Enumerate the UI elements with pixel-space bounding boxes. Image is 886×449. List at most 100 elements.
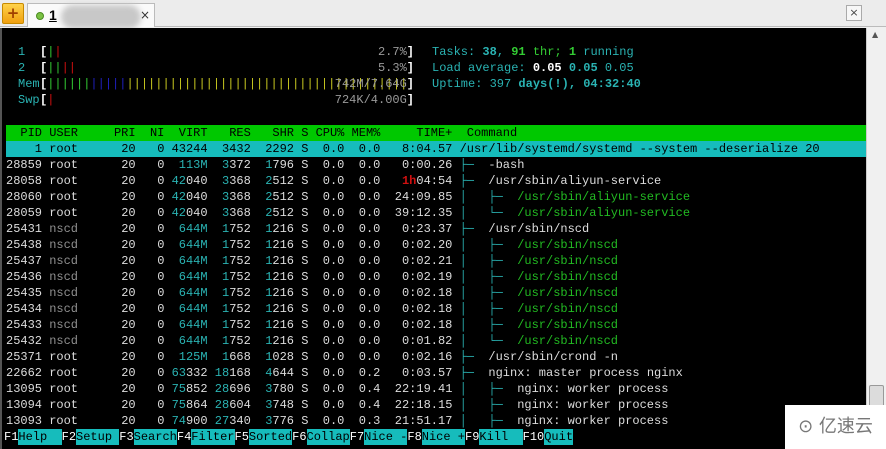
fkey-f1[interactable]: F1 [4,429,18,445]
process-row[interactable]: 25433 nscd 20 0 644M 1752 1216 S 0.0 0.0 0:02.18 │ … [6,317,866,333]
column-mem-header[interactable]: MEM% [344,125,381,141]
cell-time: 0:02.18 [401,286,453,300]
fkey-f3[interactable]: F3 [119,429,133,445]
tab-close-icon[interactable]: × [140,8,150,22]
cell-mem: 0.4 [358,398,381,412]
threads-count: 91 [511,45,526,59]
load-line: Load average: 0.05 0.05 0.05 [432,60,634,76]
cell-pri: 20 [121,302,136,316]
terminal[interactable]: 1[|| 2.7%] 2[|||| 5.3%] Mem[||||||||||||||||… [0,28,866,449]
process-row[interactable]: 28058 root 20 0 42040 3368 2512 S 0.0 0.0 1h04:54 ├… [6,173,866,189]
load-5: 0.05 [568,61,598,75]
cell-user: root [49,398,78,412]
process-row[interactable]: 28859 root 20 0 113M 3372 1796 S 0.0 0.0 0:00.26 ├─… [6,157,866,173]
fkey-label-f8[interactable]: Nice + [421,429,465,445]
fkey-label-f7[interactable]: Nice - [364,429,408,445]
cell-virt: 644M [164,333,208,349]
cell-pri: 20 [121,270,136,284]
process-row[interactable]: 25438 nscd 20 0 644M 1752 1216 S 0.0 0.0 0:02.20 │ … [6,237,866,253]
cell-cpu: 0.0 [322,222,345,236]
cell-command: │ ├─ /usr/sbin/nscd [452,253,618,269]
value-text: 113M [178,158,208,172]
cell-pid: 13095 [6,382,43,396]
process-row[interactable]: 25436 nscd 20 0 644M 1752 1216 S 0.0 0.0 0:02.19 │ … [6,269,866,285]
value-units: 216 [272,318,294,332]
fkey-label-f5[interactable]: Sorted [248,429,293,445]
cell-res: 1752 [208,333,251,349]
cell-pid: 1 [34,142,42,156]
cell-user: nscd [49,334,78,348]
fkey-f6[interactable]: F6 [292,429,306,445]
cell-shr: 3748 [251,397,294,413]
column-command-header[interactable]: Command [452,125,517,141]
process-row[interactable]: 28060 root 20 0 42040 3368 2512 S 0.0 0.0 24:09.85… [6,189,866,205]
cell-user: root [49,350,78,364]
fkey-f5[interactable]: F5 [235,429,249,445]
command-text: nginx: worker process [517,398,669,412]
tree-branch: │ ├─ [459,286,518,300]
meter-body: || 2.7% [47,44,407,60]
fkey-f10[interactable]: F10 [523,429,545,445]
column-res-header[interactable]: RES [208,125,251,141]
column-pri-header[interactable]: PRI [107,125,136,141]
column-pid-header[interactable]: PID [6,125,42,141]
value-units: 780 [272,382,294,396]
process-row[interactable]: 25431 nscd 20 0 644M 1752 1216 S 0.0 0.0 0:23.37 ├─… [6,221,866,237]
fkey-label-f4[interactable]: Filter [191,429,235,445]
fkey-label-f9[interactable]: Kill [479,429,523,445]
column-time-header[interactable]: TIME+ [380,125,452,141]
column-ni-header[interactable]: NI [136,125,164,141]
fkey-label-f3[interactable]: Search [133,429,177,445]
process-row[interactable]: 13094 root 20 0 75864 28604 3748 S 0.0 0.4 22:18.1… [6,397,866,413]
session-tab[interactable]: 1 × [27,3,155,29]
window-close-button[interactable]: × [846,5,862,21]
column-user-header[interactable]: USER [42,125,107,141]
cell-time: 0:23.37 [401,222,453,236]
process-row[interactable]: 25437 nscd 20 0 644M 1752 1216 S 0.0 0.0 0:02.21 │ … [6,253,866,269]
column-cpu-header[interactable]: CPU% [308,125,345,141]
cell-command: │ ├─ /usr/sbin/aliyun-service [452,189,690,205]
fkey-label-f6[interactable]: Collap [306,429,350,445]
fkey-f4[interactable]: F4 [177,429,191,445]
fkey-f8[interactable]: F8 [407,429,421,445]
column-shr-header[interactable]: SHR [251,125,294,141]
meter-bar-segment: | [54,45,62,59]
process-row[interactable]: 25434 nscd 20 0 644M 1752 1216 S 0.0 0.0 0:02.18 │ … [6,301,866,317]
cell-virt: 125M [164,349,208,365]
cell-cpu: 0.0 [322,382,345,396]
fkey-label-f2[interactable]: Setup [76,429,120,445]
process-row[interactable]: 25435 nscd 20 0 644M 1752 1216 S 0.0 0.0 0:02.18 │ … [6,285,866,301]
process-row[interactable]: 22662 root 20 0 63332 18168 4644 S 0.0 0.2 0:03.57… [6,365,866,381]
column-virt-header[interactable]: VIRT [164,125,208,141]
cell-mem: 0.0 [358,158,381,172]
process-row[interactable]: 28059 root 20 0 42040 3368 2512 S 0.0 0.0 39:12.35… [6,205,866,221]
value-thousands: 42 [171,190,186,204]
fkey-f2[interactable]: F2 [62,429,76,445]
fkey-f9[interactable]: F9 [465,429,479,445]
command-text: nginx: worker process [517,382,669,396]
scrollbar[interactable]: ▲ [866,28,886,449]
fkey-f7[interactable]: F7 [350,429,364,445]
process-row[interactable]: 13095 root 20 0 75852 28696 3780 S 0.0 0.4 22:19.4… [6,381,866,397]
value-units: 752 [229,286,251,300]
scroll-up-icon[interactable]: ▲ [872,30,878,39]
fkey-label-f10[interactable]: Quit [544,429,574,445]
load-label: Load average: [432,61,533,75]
meter-value: 2.7% [377,45,407,59]
value-units: 864 [185,398,208,412]
cell-pid: 25432 [6,334,43,348]
process-row[interactable]: 25432 nscd 20 0 644M 1752 1216 S 0.0 0.0 0:01.82 │ … [6,333,866,349]
cell-s: S [301,254,309,268]
value-units: 752 [229,270,251,284]
cell-ni: 0 [157,206,165,220]
fkey-label-f1[interactable]: Help [18,429,62,445]
cell-pri: 20 [121,254,136,268]
column-s-header[interactable]: S [294,125,308,141]
meter-bar-segment: | [47,93,55,107]
process-row[interactable]: 25371 root 20 0 125M 1668 1028 S 0.0 0.0 0:02.16 ├─… [6,349,866,365]
process-row[interactable]: 1 root 20 0 43244 3432 2292 S 0.0 0.0 8:04.57/usr/… [6,141,866,157]
meter-3: Swp[| 724K/4.00G] [18,92,414,108]
new-tab-button[interactable]: + [2,3,24,24]
value-text: 644M [178,270,208,284]
process-row[interactable]: 13093 root 20 0 74900 27340 3776 S 0.0 0.3 21:51.1… [6,413,866,429]
